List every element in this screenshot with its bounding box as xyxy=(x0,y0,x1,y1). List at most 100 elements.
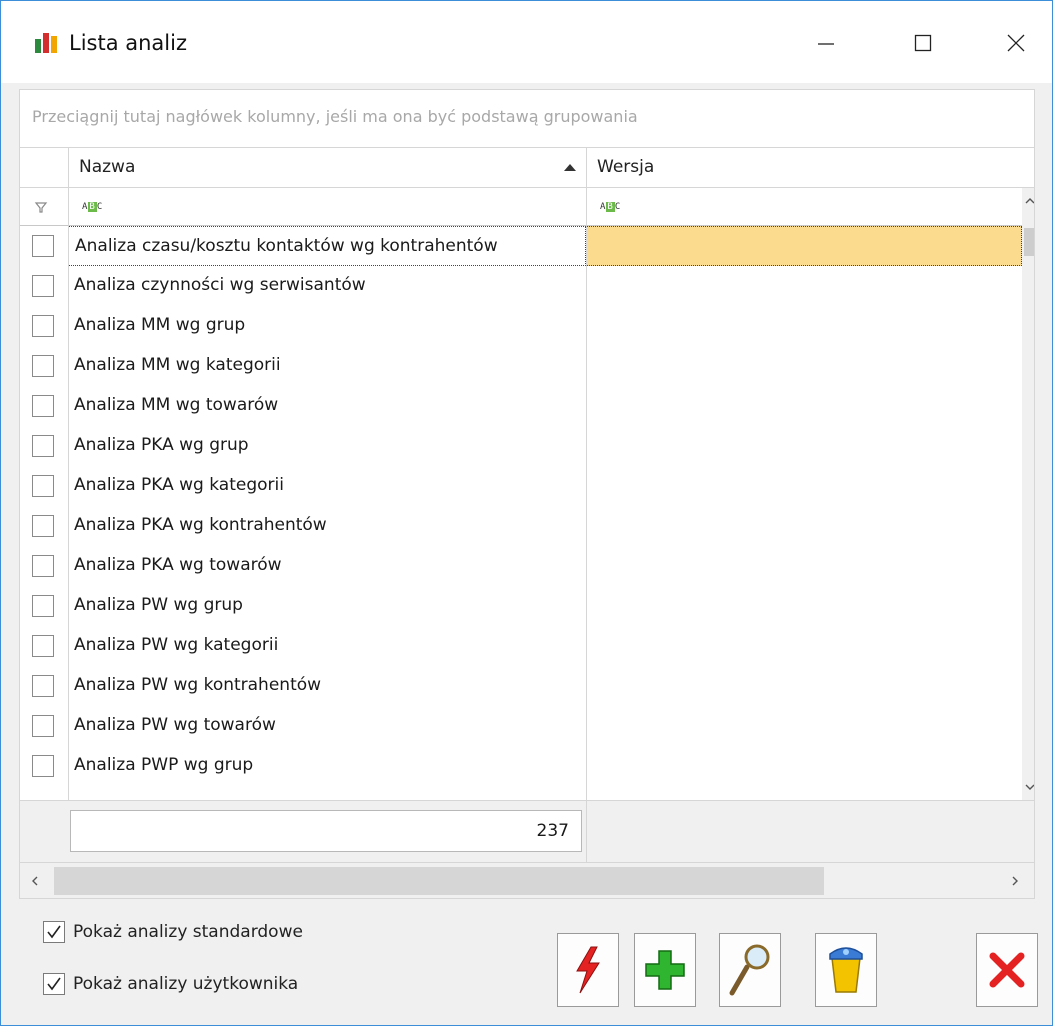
cell-version[interactable] xyxy=(586,546,1022,586)
row-checkbox[interactable] xyxy=(32,755,54,777)
row-checkbox[interactable] xyxy=(32,235,54,257)
row-checkbox[interactable] xyxy=(32,315,54,337)
add-button[interactable] xyxy=(634,933,696,1007)
row-select-cell xyxy=(20,626,68,666)
row-checkbox[interactable] xyxy=(32,475,54,497)
cell-version[interactable] xyxy=(586,746,1022,786)
table-row[interactable]: Analiza czynności wg serwisantów xyxy=(20,266,1022,306)
cell-version[interactable] xyxy=(586,426,1022,466)
row-select-cell xyxy=(20,346,68,386)
scroll-left-icon[interactable] xyxy=(30,875,40,887)
cell-version[interactable] xyxy=(586,346,1022,386)
minimize-icon xyxy=(818,43,834,45)
filter-icon[interactable] xyxy=(34,200,48,214)
row-checkbox[interactable] xyxy=(32,675,54,697)
cell-version[interactable] xyxy=(586,626,1022,666)
cell-version[interactable] xyxy=(586,666,1022,706)
run-analysis-button[interactable] xyxy=(557,933,619,1007)
maximize-button[interactable] xyxy=(900,23,946,63)
show-user-option[interactable]: Pokaż analizy użytkownika xyxy=(43,973,298,995)
cell-name[interactable]: Analiza PW wg kategorii xyxy=(68,626,586,666)
row-select-cell xyxy=(20,266,68,306)
row-checkbox[interactable] xyxy=(32,635,54,657)
trash-bin-icon xyxy=(829,947,863,993)
preview-button[interactable] xyxy=(719,933,781,1007)
row-checkbox[interactable] xyxy=(32,275,54,297)
row-checkbox[interactable] xyxy=(32,595,54,617)
table-row[interactable]: Analiza PW wg kontrahentów xyxy=(20,666,1022,706)
table-row[interactable]: Analiza MM wg kategorii xyxy=(20,346,1022,386)
cell-name[interactable]: Analiza PKA wg grup xyxy=(68,426,586,466)
cell-version[interactable] xyxy=(586,466,1022,506)
horizontal-scroll-thumb[interactable] xyxy=(54,867,824,895)
cell-version[interactable] xyxy=(586,386,1022,426)
table-row[interactable]: Analiza PKA wg kategorii xyxy=(20,466,1022,506)
row-checkbox[interactable] xyxy=(32,355,54,377)
scroll-down-icon[interactable] xyxy=(1024,782,1035,792)
cell-version[interactable] xyxy=(586,506,1022,546)
cell-version[interactable] xyxy=(586,306,1022,346)
row-select-cell xyxy=(20,386,68,426)
table-row[interactable]: Analiza PKA wg kontrahentów xyxy=(20,506,1022,546)
cell-name[interactable]: Analiza PKA wg towarów xyxy=(68,546,586,586)
window-title: Lista analiz xyxy=(69,31,187,55)
analysis-grid: Nazwa Wersja ABC ABC Analiza czasu/koszt… xyxy=(19,147,1035,899)
table-row[interactable]: Analiza PW wg towarów xyxy=(20,706,1022,746)
row-checkbox[interactable] xyxy=(32,515,54,537)
text-filter-icon[interactable]: ABC xyxy=(600,202,621,212)
row-checkbox[interactable] xyxy=(32,715,54,737)
vertical-scrollbar[interactable] xyxy=(1022,188,1035,800)
summary-footer: 237 xyxy=(20,800,1034,863)
cell-version[interactable] xyxy=(586,266,1022,306)
table-row[interactable]: Analiza PWP wg grup xyxy=(20,746,1022,786)
cell-name[interactable]: Analiza PKA wg kategorii xyxy=(68,466,586,506)
close-button[interactable] xyxy=(976,933,1038,1007)
table-row[interactable]: Analiza czasu/kosztu kontaktów wg kontra… xyxy=(20,226,1022,266)
cell-name[interactable]: Analiza PWP wg grup xyxy=(68,746,586,786)
sort-ascending-icon xyxy=(564,164,576,171)
group-by-panel[interactable]: Przeciągnij tutaj nagłówek kolumny, jeśl… xyxy=(19,89,1035,147)
row-checkbox[interactable] xyxy=(32,555,54,577)
row-checkbox[interactable] xyxy=(32,435,54,457)
cell-name[interactable]: Analiza PW wg towarów xyxy=(68,706,586,746)
scroll-right-icon[interactable] xyxy=(1010,875,1020,887)
checkmark-icon xyxy=(47,977,61,991)
column-header-nazwa[interactable]: Nazwa xyxy=(68,148,586,188)
cell-name[interactable]: Analiza MM wg grup xyxy=(68,306,586,346)
table-row[interactable]: Analiza PKA wg towarów xyxy=(20,546,1022,586)
show-standard-label: Pokaż analizy standardowe xyxy=(73,922,303,942)
show-user-checkbox[interactable] xyxy=(43,973,65,995)
cell-name[interactable]: Analiza PW wg kontrahentów xyxy=(68,666,586,706)
scroll-up-icon[interactable] xyxy=(1024,196,1035,206)
table-row[interactable]: Analiza PKA wg grup xyxy=(20,426,1022,466)
cell-name[interactable]: Analiza czasu/kosztu kontaktów wg kontra… xyxy=(68,226,586,266)
row-select-cell xyxy=(20,546,68,586)
column-header-label: Wersja xyxy=(597,157,655,177)
record-count: 237 xyxy=(70,810,582,852)
cell-name[interactable]: Analiza czynności wg serwisantów xyxy=(68,266,586,306)
show-standard-checkbox[interactable] xyxy=(43,921,65,943)
minimize-button[interactable] xyxy=(803,23,849,63)
text-filter-icon[interactable]: ABC xyxy=(82,202,103,212)
table-row[interactable]: Analiza MM wg towarów xyxy=(20,386,1022,426)
cell-version[interactable] xyxy=(586,226,1022,266)
cell-version[interactable] xyxy=(586,706,1022,746)
column-header-wersja[interactable]: Wersja xyxy=(586,148,1034,188)
delete-button[interactable] xyxy=(815,933,877,1007)
cell-name[interactable]: Analiza PW wg grup xyxy=(68,586,586,626)
show-user-label: Pokaż analizy użytkownika xyxy=(73,974,299,994)
cell-name[interactable]: Analiza MM wg towarów xyxy=(68,386,586,426)
table-row[interactable]: Analiza PW wg grup xyxy=(20,586,1022,626)
horizontal-scrollbar[interactable] xyxy=(20,862,1034,898)
vertical-scroll-thumb[interactable] xyxy=(1024,228,1034,256)
window-close-button[interactable] xyxy=(993,23,1039,63)
row-checkbox[interactable] xyxy=(32,395,54,417)
app-icon xyxy=(35,33,57,53)
show-standard-option[interactable]: Pokaż analizy standardowe xyxy=(43,921,303,943)
table-row[interactable]: Analiza PW wg kategorii xyxy=(20,626,1022,666)
magnifier-icon xyxy=(729,944,770,996)
table-row[interactable]: Analiza MM wg grup xyxy=(20,306,1022,346)
cell-name[interactable]: Analiza PKA wg kontrahentów xyxy=(68,506,586,546)
cell-version[interactable] xyxy=(586,586,1022,626)
cell-name[interactable]: Analiza MM wg kategorii xyxy=(68,346,586,386)
